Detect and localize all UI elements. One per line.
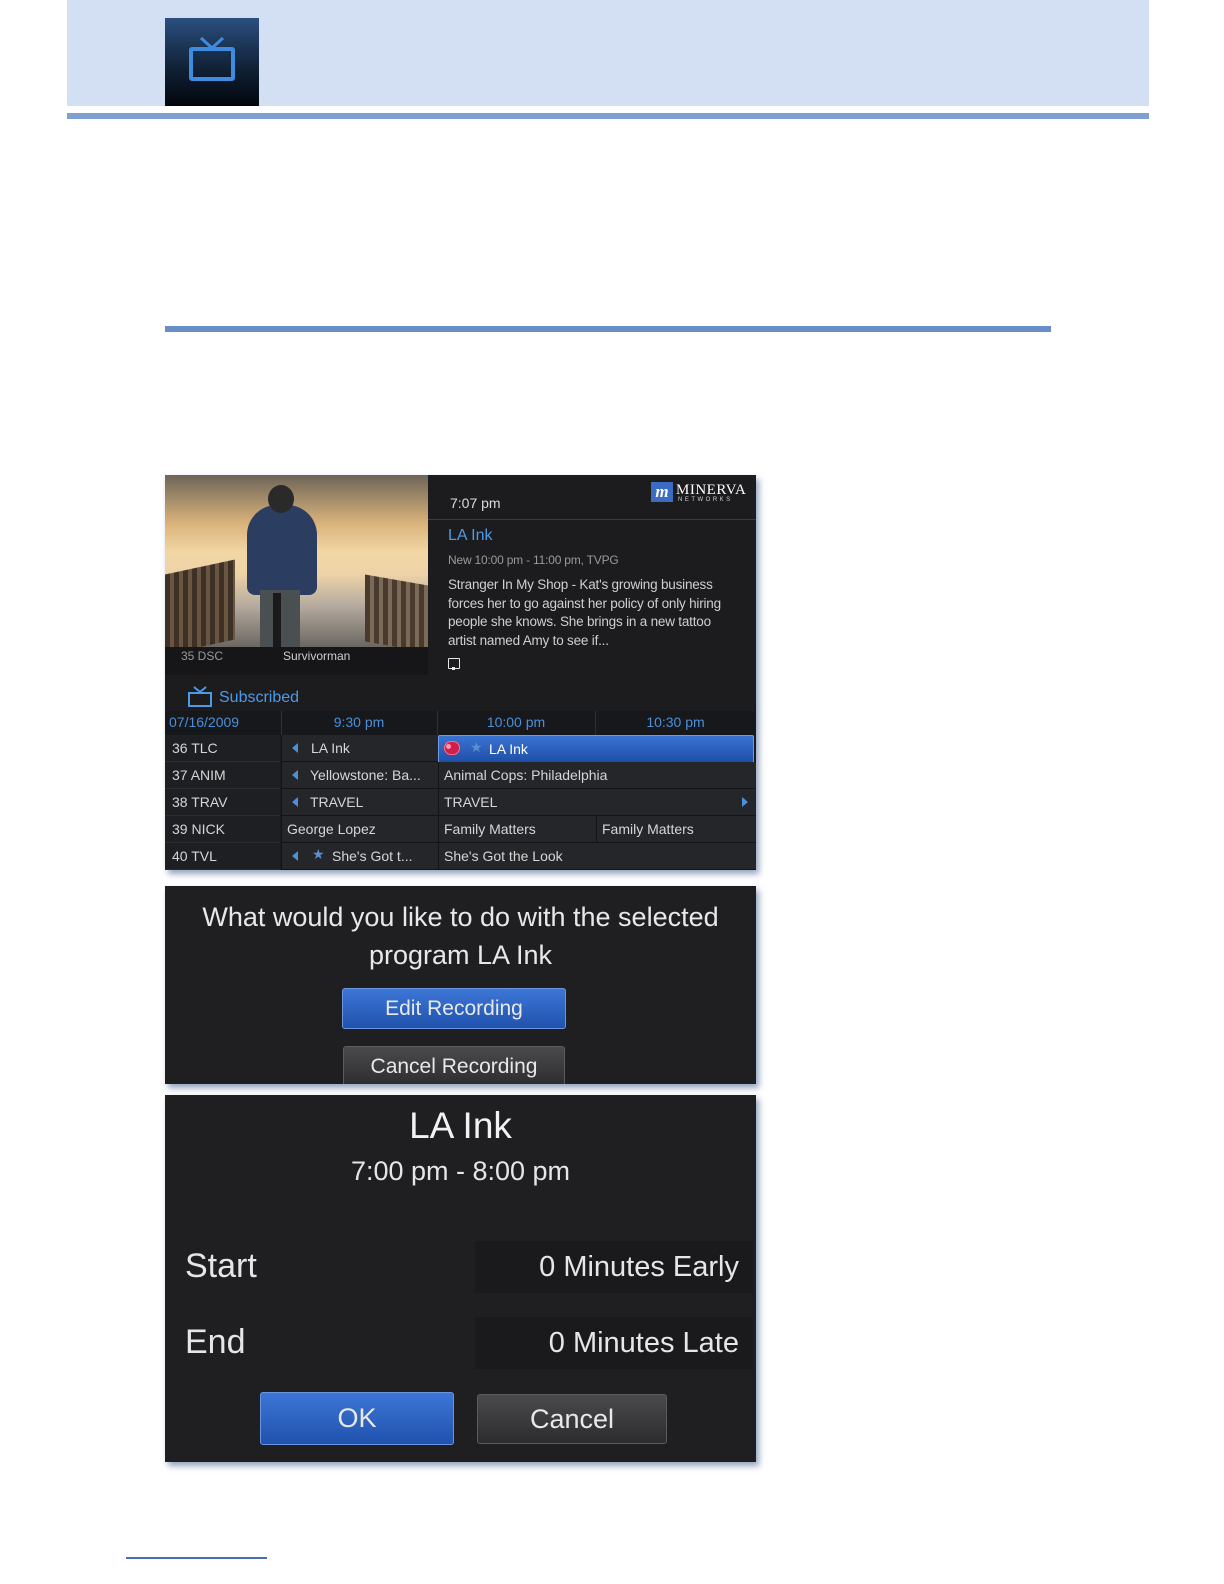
program-cell[interactable]: TRAVEL bbox=[438, 789, 756, 816]
guide-row: 38 TRAV TRAVEL TRAVEL bbox=[165, 789, 756, 816]
program-cell[interactable]: Yellowstone: Ba... bbox=[281, 762, 438, 789]
video-caption: 35 DSC Survivorman bbox=[165, 647, 428, 675]
record-icon bbox=[444, 741, 460, 755]
program-cell[interactable]: Animal Cops: Philadelphia bbox=[438, 762, 756, 789]
info-program-description: Stranger In My Shop - Kat's growing busi… bbox=[448, 577, 721, 648]
program-cell[interactable]: She's Got the Look bbox=[438, 843, 756, 870]
live-video-preview[interactable] bbox=[165, 475, 428, 647]
filter-label: Subscribed bbox=[219, 689, 300, 706]
time-slot: 9:30 pm bbox=[333, 714, 385, 730]
cancel-recording-button[interactable]: Cancel Recording bbox=[343, 1046, 565, 1084]
time-slot: 10:30 pm bbox=[646, 714, 705, 730]
program-cell[interactable]: TRAVEL bbox=[281, 789, 438, 816]
header-rule bbox=[67, 113, 1149, 119]
guide-row: 37 ANIM Yellowstone: Ba... Animal Cops: … bbox=[165, 762, 756, 789]
edit-recording-panel: LA Ink 7:00 pm - 8:00 pm Start 0 Minutes… bbox=[165, 1095, 756, 1462]
guide-row: 39 NICK George Lopez Family Matters Fami… bbox=[165, 816, 756, 843]
edit-program-time: 7:00 pm - 8:00 pm bbox=[350, 1156, 571, 1186]
arrow-left-icon bbox=[292, 743, 298, 753]
program-cell[interactable]: Family Matters bbox=[596, 816, 756, 843]
arrow-left-icon bbox=[292, 797, 298, 807]
program-cell[interactable]: LA Ink bbox=[281, 735, 438, 762]
channel-label[interactable]: 39 NICK bbox=[165, 816, 280, 843]
ok-button[interactable]: OK bbox=[260, 1392, 454, 1445]
program-cell[interactable]: ★ She's Got t... bbox=[281, 843, 438, 870]
program-cell[interactable]: Family Matters bbox=[438, 816, 596, 843]
guide-date: 07/16/2009 bbox=[169, 714, 240, 730]
end-offset-selector[interactable]: 0 Minutes Late bbox=[475, 1317, 753, 1369]
program-guide-panel: 35 DSC Survivorman 7:07 pm m MINERVA NET… bbox=[165, 475, 756, 870]
edit-recording-button[interactable]: Edit Recording bbox=[342, 988, 566, 1029]
favorite-star-icon: ★ bbox=[470, 739, 483, 755]
guide-filter[interactable]: Subscribed bbox=[165, 675, 756, 711]
start-offset-selector[interactable]: 0 Minutes Early bbox=[475, 1241, 753, 1293]
dialog-question: What would you like to do with the selec… bbox=[202, 902, 719, 970]
closed-caption-icon bbox=[448, 658, 460, 670]
arrow-left-icon bbox=[292, 770, 298, 780]
tv-icon bbox=[165, 18, 259, 106]
arrow-left-icon bbox=[292, 851, 298, 861]
end-label: End bbox=[185, 1323, 246, 1361]
clock: 7:07 pm bbox=[450, 495, 501, 511]
channel-label[interactable]: 40 TVL bbox=[165, 843, 280, 870]
video-channel: 35 DSC bbox=[181, 649, 224, 663]
section-rule bbox=[165, 326, 1051, 332]
info-program-title: LA Ink bbox=[448, 527, 493, 544]
divider bbox=[428, 519, 756, 520]
recording-action-dialog: What would you like to do with the selec… bbox=[165, 886, 756, 1084]
guide-row: 40 TVL ★ She's Got t... She's Got the Lo… bbox=[165, 843, 756, 870]
program-cell-selected[interactable]: ★ LA Ink bbox=[438, 735, 754, 763]
start-label: Start bbox=[185, 1247, 257, 1285]
tv-icon bbox=[188, 686, 212, 707]
video-program: Survivorman bbox=[283, 649, 351, 663]
program-cell[interactable]: George Lopez bbox=[281, 816, 438, 843]
footnote-rule bbox=[126, 1557, 267, 1559]
cancel-button[interactable]: Cancel bbox=[477, 1394, 667, 1444]
time-slot: 10:00 pm bbox=[486, 714, 546, 730]
channel-label[interactable]: 37 ANIM bbox=[165, 762, 280, 789]
guide-row: 36 TLC LA Ink ★ LA Ink bbox=[165, 735, 756, 763]
favorite-star-icon: ★ bbox=[312, 846, 325, 862]
edit-program-title: LA Ink bbox=[409, 1105, 512, 1146]
channel-label[interactable]: 38 TRAV bbox=[165, 789, 280, 816]
info-program-meta: New 10:00 pm - 11:00 pm, TVPG bbox=[448, 553, 619, 567]
channel-label[interactable]: 36 TLC bbox=[165, 735, 280, 762]
guide-time-bar: 07/16/2009 9:30 pm 10:00 pm 10:30 pm bbox=[165, 711, 756, 735]
arrow-right-icon bbox=[742, 797, 748, 807]
